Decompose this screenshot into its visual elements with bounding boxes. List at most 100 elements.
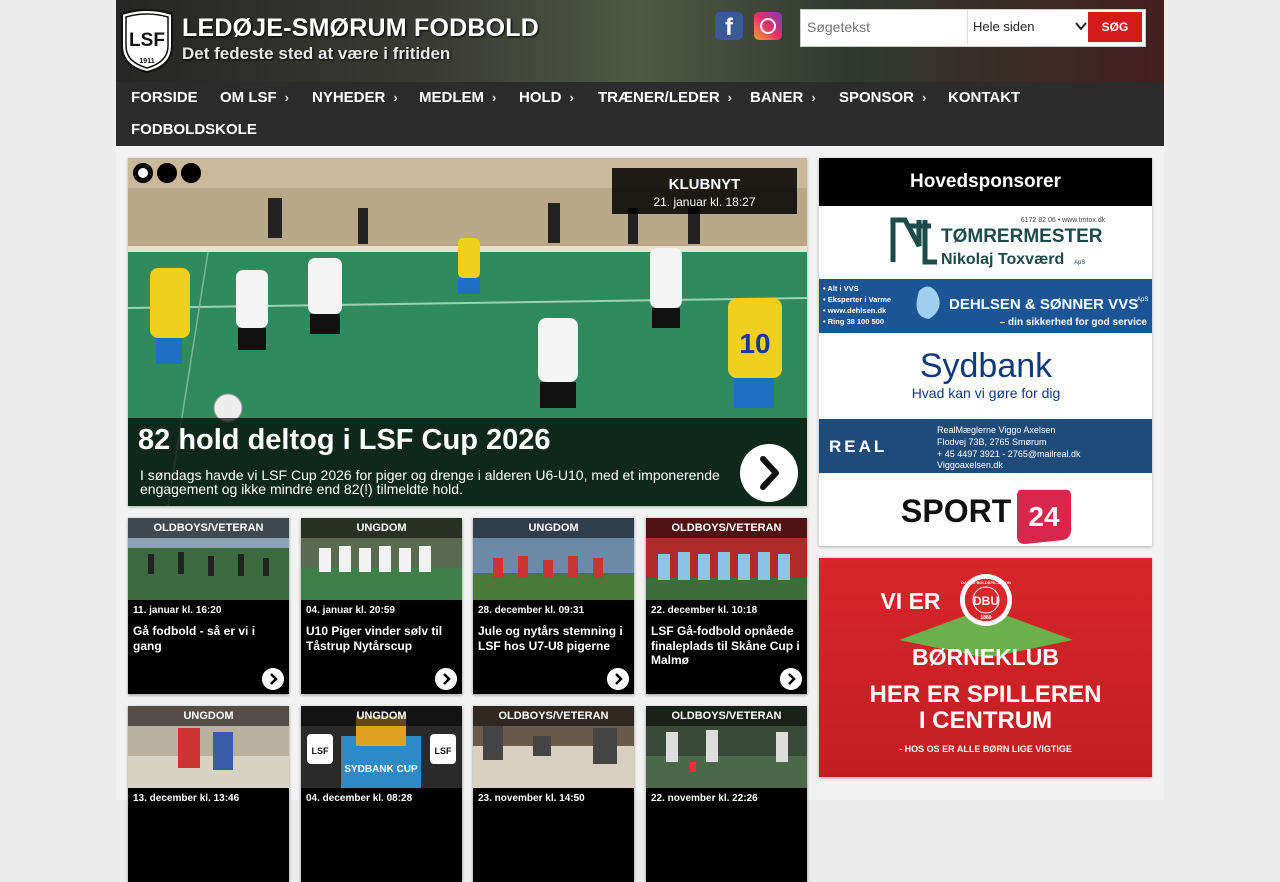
news-card[interactable]: UNGDOM 28. december kl. 09:31 Jule og ny… [473, 518, 634, 694]
chevron-right-icon[interactable] [780, 668, 802, 690]
news-title[interactable]: LSF Gå-fodbold opnåede finaleplads til S… [651, 624, 801, 668]
page: LSF 1911 LEDØJE-SMØRUM FODBOLD Det fedes… [116, 0, 1164, 882]
search-button[interactable]: SØG [1088, 12, 1142, 42]
svg-text:10: 10 [739, 328, 770, 359]
svg-text:• Alt i VVS: • Alt i VVS [823, 284, 859, 293]
news-date: 04. januar kl. 20:59 [306, 605, 395, 616]
chevron-right-icon: › [922, 90, 927, 105]
svg-text:• www.dehlsen.dk: • www.dehlsen.dk [823, 306, 887, 315]
news-date: 23. november kl. 14:50 [478, 793, 585, 804]
news-title[interactable]: Gå fodbold - så er vi i gang [133, 624, 283, 653]
nav-item-sponsor[interactable]: SPONSOR › [839, 82, 926, 114]
news-card[interactable]: OLDBOYS/VETERAN 22. december kl. 10:18 L… [646, 518, 807, 694]
sponsor-heading: Hovedsponsorer [819, 158, 1152, 206]
svg-text:ApS: ApS [1074, 260, 1085, 266]
search-form: Hele siden SØG [800, 9, 1146, 47]
slider-dot[interactable] [181, 163, 201, 183]
svg-text:Sydbank: Sydbank [920, 347, 1053, 385]
chevron-right-icon: › [492, 90, 497, 105]
news-category: OLDBOYS/VETERAN [646, 518, 807, 538]
dbu-line-1: VI ER [880, 588, 941, 614]
svg-text:Flodvej 73B, 2765 Smørum: Flodvej 73B, 2765 Smørum [937, 437, 1047, 447]
dbu-line-5: - HOS OS ER ALLE BØRN LIGE VIGTIGE [899, 744, 1072, 754]
nav-item-fodboldskole[interactable]: FODBOLDSKOLE [131, 114, 257, 146]
search-scope-select[interactable]: Hele siden [967, 10, 1093, 44]
search-scope-value: Hele siden [973, 19, 1035, 34]
slider-dot[interactable] [157, 163, 177, 183]
nav-item-traener-leder[interactable]: TRÆNER/LEDER › [598, 82, 732, 114]
search-input[interactable] [801, 10, 971, 44]
nav-item-om-lsf[interactable]: OM LSF › [220, 82, 289, 114]
chevron-right-icon: › [569, 90, 574, 105]
news-card[interactable]: UNGDOM 04. januar kl. 20:59 U10 Piger vi… [301, 518, 462, 694]
news-title[interactable]: Jule og nytårs stemning i LSF hos U7-U8 … [478, 624, 628, 653]
svg-text:1911: 1911 [139, 58, 154, 65]
svg-text:6172 82 06 • www.tmtox.dk: 6172 82 06 • www.tmtox.dk [1021, 217, 1106, 224]
hero-date: 21. januar kl. 18:27 [653, 195, 756, 209]
facebook-icon[interactable]: f [715, 12, 743, 41]
svg-text:Nikolaj Toxværd: Nikolaj Toxværd [941, 251, 1064, 268]
chevron-right-icon: › [393, 90, 398, 105]
svg-text:DANSK BOLDSPIL-UNION: DANSK BOLDSPIL-UNION [961, 580, 1011, 585]
slider-dot[interactable] [133, 163, 153, 183]
news-date: 11. januar kl. 16:20 [133, 605, 222, 616]
news-category: UNGDOM [301, 518, 462, 538]
svg-text:LSF: LSF [312, 746, 330, 756]
news-card[interactable]: UNGDOM 13. december kl. 13:46 [128, 706, 289, 882]
nav-item-hold[interactable]: HOLD › [519, 82, 574, 114]
chevron-right-icon[interactable] [435, 668, 457, 690]
svg-text:TØMRERMESTER: TØMRERMESTER [941, 226, 1103, 247]
hero-title[interactable]: 82 hold deltog i LSF Cup 2026 [138, 424, 551, 457]
news-category: OLDBOYS/VETERAN [128, 518, 289, 538]
svg-text:– din sikkerhed for god servic: – din sikkerhed for god service [1000, 317, 1148, 328]
nav-item-forside[interactable]: FORSIDE [131, 82, 198, 114]
svg-text:• Ring 38 100 500: • Ring 38 100 500 [823, 317, 884, 326]
sponsor-sydbank[interactable]: Sydbank Hvad kan vi gøre for dig [819, 333, 1152, 419]
sponsor-tomrermester[interactable]: 6172 82 06 • www.tmtox.dk TØMRERMESTER N… [819, 206, 1152, 278]
news-card[interactable]: OLDBOYS/VETERAN 11. januar kl. 16:20 Gå … [128, 518, 289, 694]
news-card[interactable]: OLDBOYS/VETERAN 22. november kl. 22:26 [646, 706, 807, 882]
sponsor-sport24[interactable]: SPORT 24 [819, 474, 1152, 546]
news-card[interactable]: OLDBOYS/VETERAN 23. november kl. 14:50 [473, 706, 634, 882]
svg-text:DEHLSEN & SØNNER VVS: DEHLSEN & SØNNER VVS [949, 296, 1138, 313]
hero-next-button[interactable] [740, 444, 798, 502]
svg-text:+ 45 4497 3921 - 2765@mailreal: + 45 4497 3921 - 2765@mailreal.dk [937, 449, 1081, 459]
site-header: LSF 1911 LEDØJE-SMØRUM FODBOLD Det fedes… [116, 0, 1164, 82]
sponsor-dehlsen[interactable]: • Alt i VVS • Eksperter i Varme • www.de… [819, 279, 1152, 333]
svg-text:Viggoaxelsen.dk: Viggoaxelsen.dk [937, 460, 1003, 470]
hero-category-badge: KLUBNYT 21. januar kl. 18:27 [612, 168, 797, 214]
nav-item-kontakt[interactable]: KONTAKT [948, 82, 1020, 114]
svg-text:• Eksperter i Varme: • Eksperter i Varme [823, 295, 891, 304]
chevron-right-icon[interactable] [262, 668, 284, 690]
svg-text:24: 24 [1028, 501, 1060, 532]
news-category: OLDBOYS/VETERAN [473, 706, 634, 726]
news-category: UNGDOM [301, 706, 462, 726]
svg-text:1889: 1889 [980, 615, 991, 621]
news-date: 22. november kl. 22:26 [651, 793, 758, 804]
club-logo[interactable]: LSF 1911 [118, 8, 176, 74]
news-card[interactable]: SYDBANK CUP LSF LSF UNGDOM 04. december kl… [301, 706, 462, 882]
dbu-line-3: HER ER SPILLEREN [869, 681, 1102, 708]
news-category: OLDBOYS/VETERAN [646, 706, 807, 726]
nav-item-nyheder[interactable]: NYHEDER › [312, 82, 398, 114]
hero-caption: 82 hold deltog i LSF Cup 2026 I søndags … [128, 418, 807, 506]
nav-item-medlem[interactable]: MEDLEM › [419, 82, 496, 114]
dbu-line-2: BØRNEKLUB [912, 644, 1059, 670]
nav-item-baner[interactable]: BANER › [750, 82, 816, 114]
instagram-icon[interactable] [754, 12, 782, 40]
chevron-right-icon: › [811, 90, 816, 105]
news-date: 28. december kl. 09:31 [478, 605, 585, 616]
site-tagline: Det fedeste sted at være i fritiden [182, 44, 451, 63]
news-date: 22. december kl. 10:18 [651, 605, 758, 616]
hero-slider[interactable]: 10 KLUBNYT 21. januar kl. 18:27 82 hold … [128, 158, 807, 506]
svg-text:SYDBANK CUP: SYDBANK CUP [344, 764, 418, 775]
dbu-boerneklub-banner[interactable]: DBU DANSK BOLDSPIL-UNION 1889 VI ER BØRN… [819, 558, 1152, 777]
svg-text:SPORT: SPORT [901, 493, 1012, 529]
sponsor-realmaeglerne[interactable]: REAL RealMæglerne Viggo Axelsen Flodvej … [819, 419, 1152, 473]
chevron-right-icon[interactable] [607, 668, 629, 690]
svg-text:LSF: LSF [435, 746, 453, 756]
news-title[interactable]: U10 Piger vinder sølv til Tåstrup Nytårs… [306, 624, 456, 653]
svg-text:REAL: REAL [829, 437, 887, 456]
site-title[interactable]: LEDØJE-SMØRUM FODBOLD [182, 14, 539, 43]
chevron-down-icon [1075, 22, 1087, 31]
